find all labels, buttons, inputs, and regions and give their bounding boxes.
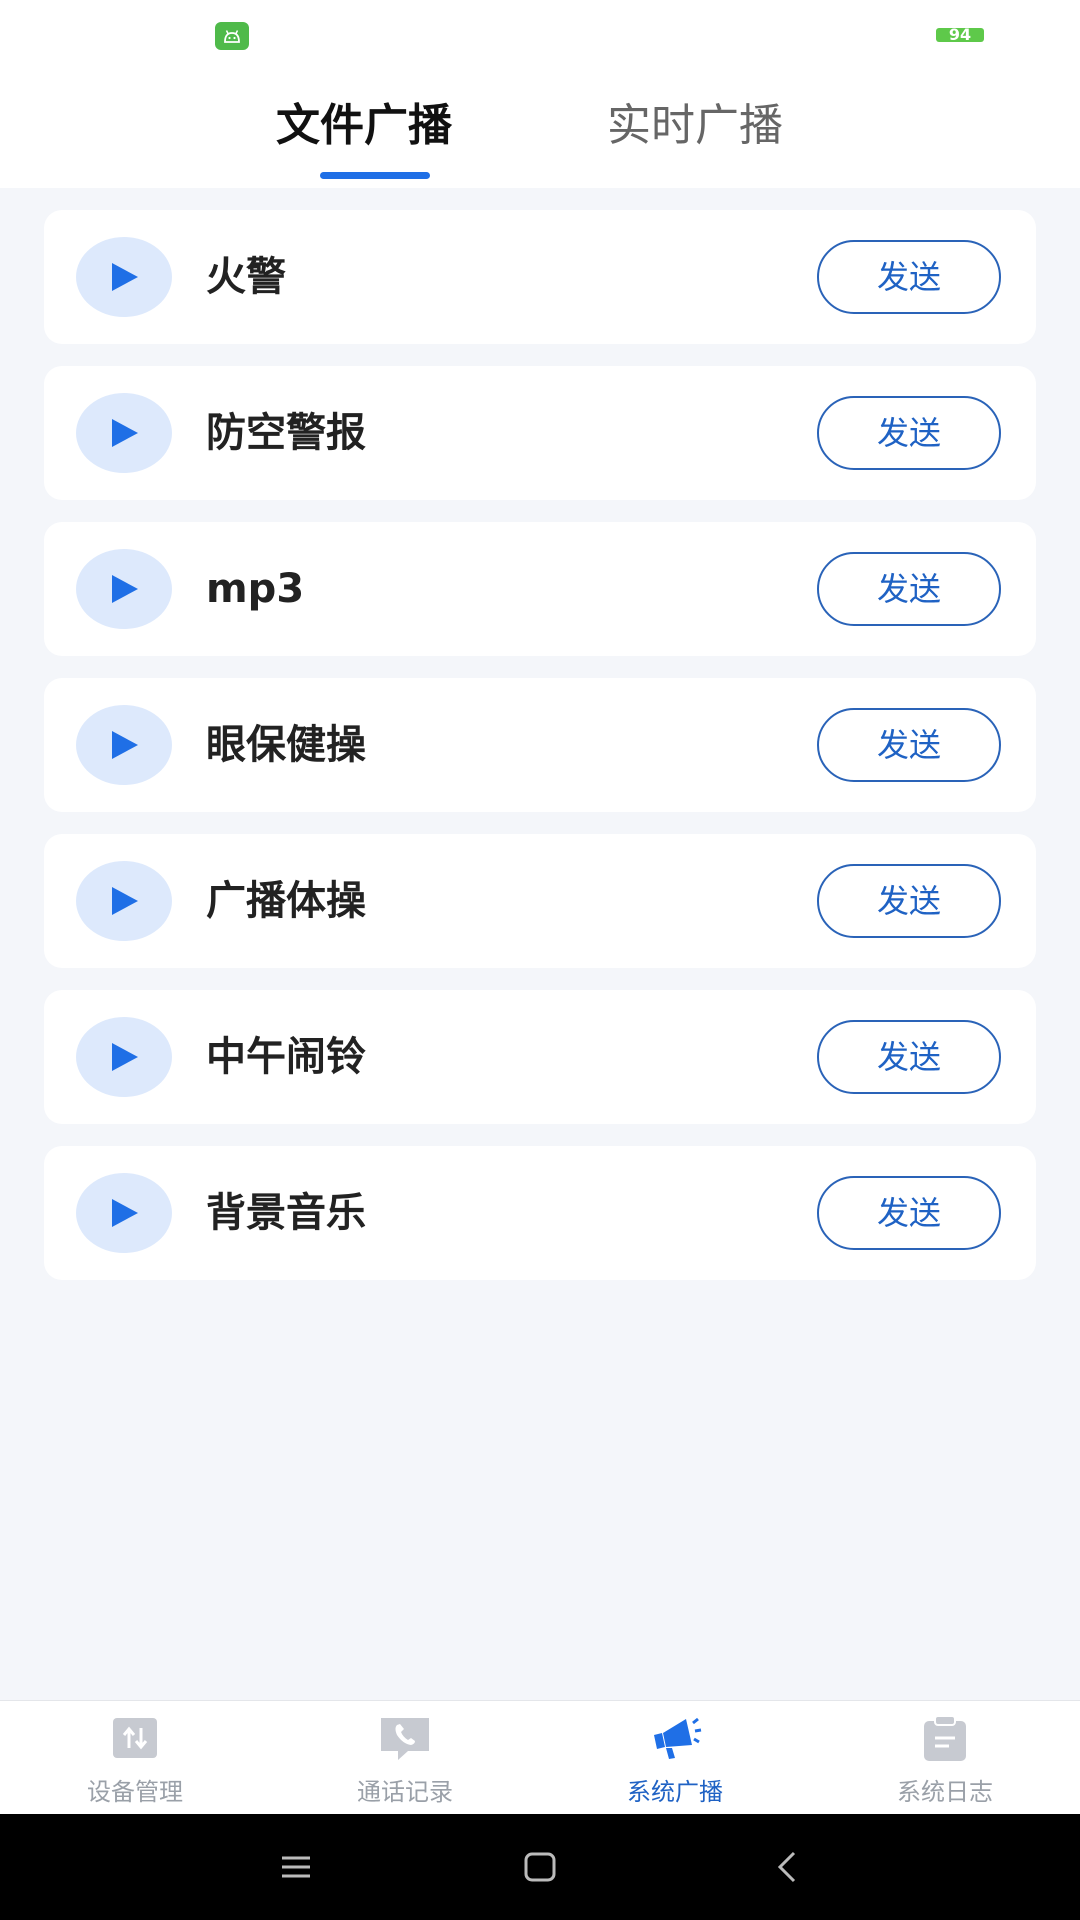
send-button[interactable]: 发送 <box>817 708 1001 782</box>
system-navigation-bar <box>0 1814 1080 1920</box>
tab-live-broadcast[interactable]: 实时广播 <box>607 98 783 154</box>
play-button[interactable] <box>76 705 172 785</box>
item-title: 火警 <box>206 254 286 300</box>
play-button[interactable] <box>76 1173 172 1253</box>
play-icon <box>112 1199 138 1227</box>
send-button[interactable]: 发送 <box>817 552 1001 626</box>
active-tab-indicator <box>320 172 430 179</box>
play-icon <box>112 1043 138 1071</box>
play-icon <box>112 419 138 447</box>
broadcast-list: 火警 发送 防空警报 发送 mp3 发送 眼保健操 发送 广播体操 发送 中午闹… <box>44 210 1036 1302</box>
nav-label: 通话记录 <box>357 1778 453 1806</box>
tab-file-broadcast[interactable]: 文件广播 <box>276 98 452 154</box>
phone-icon <box>381 1718 429 1760</box>
list-item: 广播体操 发送 <box>44 834 1036 968</box>
nav-item-call-records[interactable]: 通话记录 <box>270 1701 540 1815</box>
android-app-icon <box>215 22 249 50</box>
nav-item-device-management[interactable]: 设备管理 <box>0 1701 270 1815</box>
play-button[interactable] <box>76 1017 172 1097</box>
battery-level: 94 <box>948 25 972 44</box>
battery-indicator: 94 <box>936 25 984 44</box>
nav-label: 设备管理 <box>87 1778 183 1806</box>
tab-header: 文件广播 实时广播 <box>0 70 1080 188</box>
play-icon <box>112 575 138 603</box>
play-icon <box>112 731 138 759</box>
back-icon[interactable] <box>768 1847 808 1887</box>
nav-label: 系统广播 <box>627 1778 723 1806</box>
list-item: 眼保健操 发送 <box>44 678 1036 812</box>
nav-item-system-broadcast[interactable]: 系统广播 <box>540 1701 810 1815</box>
bottom-nav: 设备管理 通话记录 系统广播 系统日志 <box>0 1700 1080 1814</box>
app-screen: 94 文件广播 实时广播 火警 发送 防空警报 发送 mp3 发送 眼保健操 发… <box>0 0 1080 1920</box>
list-item: mp3 发送 <box>44 522 1036 656</box>
play-button[interactable] <box>76 237 172 317</box>
list-item: 背景音乐 发送 <box>44 1146 1036 1280</box>
play-button[interactable] <box>76 549 172 629</box>
megaphone-icon <box>654 1717 702 1759</box>
list-item: 火警 发送 <box>44 210 1036 344</box>
play-button[interactable] <box>76 861 172 941</box>
item-title: 中午闹铃 <box>206 1034 366 1080</box>
device-icon <box>113 1718 157 1758</box>
status-bar: 94 <box>0 0 1080 70</box>
item-title: 背景音乐 <box>206 1190 366 1236</box>
nav-item-system-log[interactable]: 系统日志 <box>810 1701 1080 1815</box>
send-button[interactable]: 发送 <box>817 396 1001 470</box>
item-title: 广播体操 <box>206 878 366 924</box>
list-item: 中午闹铃 发送 <box>44 990 1036 1124</box>
send-button[interactable]: 发送 <box>817 240 1001 314</box>
play-icon <box>112 263 138 291</box>
list-item: 防空警报 发送 <box>44 366 1036 500</box>
send-button[interactable]: 发送 <box>817 1176 1001 1250</box>
item-title: 防空警报 <box>206 410 366 456</box>
item-title: 眼保健操 <box>206 722 366 768</box>
home-icon[interactable] <box>520 1847 560 1887</box>
menu-icon[interactable] <box>276 1847 316 1887</box>
clipboard-icon <box>924 1715 966 1761</box>
item-title: mp3 <box>206 566 305 612</box>
send-button[interactable]: 发送 <box>817 864 1001 938</box>
nav-label: 系统日志 <box>897 1778 993 1806</box>
play-icon <box>112 887 138 915</box>
send-button[interactable]: 发送 <box>817 1020 1001 1094</box>
play-button[interactable] <box>76 393 172 473</box>
